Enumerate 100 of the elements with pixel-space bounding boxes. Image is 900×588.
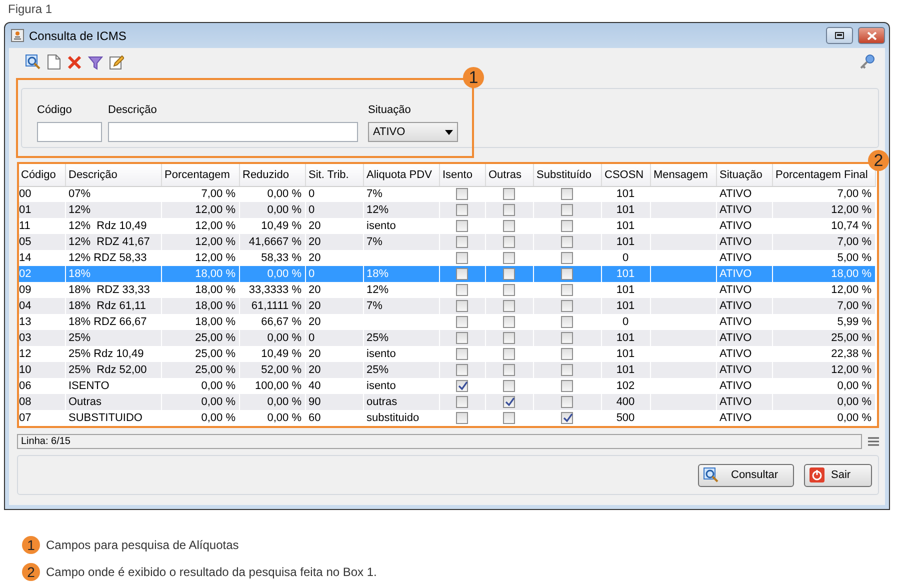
menu-icon[interactable] — [868, 437, 879, 446]
consult-button[interactable]: Consultar — [698, 464, 794, 486]
table-cell: 101 — [616, 348, 635, 360]
checkbox[interactable] — [503, 364, 515, 376]
new-document-icon[interactable] — [47, 54, 61, 70]
column-header[interactable]: Aliquota PDV — [363, 164, 439, 186]
checkbox[interactable] — [456, 412, 468, 424]
checkbox[interactable] — [456, 188, 468, 200]
checkbox[interactable] — [561, 236, 573, 248]
table-row[interactable]: 04 18% Rdz 61,11 18,00 % 61,1111 % 20 7% 101 ATIVO 7,00 % — [19, 298, 875, 314]
checkbox[interactable] — [503, 252, 515, 264]
legend-text: Campo onde é exibido o resultado da pesquisa feita no Box 1. — [46, 565, 377, 579]
checkbox[interactable] — [456, 252, 468, 264]
checkbox[interactable] — [503, 236, 515, 248]
checkbox[interactable] — [561, 412, 573, 424]
table-row[interactable]: 08 Outras 0,00 % 0,00 % 90 outras 400 ATIVO 0,00 % — [19, 394, 875, 410]
column-header[interactable]: Sit. Trib. — [305, 164, 363, 186]
column-header[interactable]: Outras — [485, 164, 533, 186]
checkbox[interactable] — [503, 380, 515, 392]
column-header[interactable]: Porcentagem Final — [772, 164, 875, 186]
legend-text: Campos para pesquisa de Alíquotas — [46, 538, 239, 552]
column-header[interactable]: Reduzido — [239, 164, 305, 186]
key-icon[interactable] — [859, 54, 875, 70]
checkbox[interactable] — [503, 204, 515, 216]
checkbox[interactable] — [561, 204, 573, 216]
table-row[interactable]: 00 07% 7,00 % 0,00 % 0 7% 101 ATIVO 7,00 % — [19, 186, 875, 202]
column-header[interactable]: Descrição — [65, 164, 161, 186]
exit-button[interactable]: Sair — [804, 464, 872, 486]
table-cell: 5,99 % — [837, 316, 872, 328]
checkbox[interactable] — [456, 316, 468, 328]
checkbox[interactable] — [456, 380, 468, 392]
checkbox[interactable] — [561, 348, 573, 360]
checkbox[interactable] — [561, 188, 573, 200]
checkbox[interactable] — [503, 188, 515, 200]
checkbox[interactable] — [561, 268, 573, 280]
input-field[interactable] — [108, 122, 358, 142]
checkbox[interactable] — [561, 316, 573, 328]
checkbox[interactable] — [503, 396, 515, 408]
column-header[interactable]: Situação — [716, 164, 772, 186]
checkbox[interactable] — [503, 284, 515, 296]
checkbox[interactable] — [561, 332, 573, 344]
search-icon[interactable] — [25, 54, 41, 70]
table-cell: 500 — [616, 412, 635, 424]
checkbox[interactable] — [561, 300, 573, 312]
checkbox[interactable] — [503, 348, 515, 360]
checkbox[interactable] — [503, 300, 515, 312]
table-cell: 08 — [19, 396, 32, 408]
checkbox[interactable] — [503, 316, 515, 328]
table-row[interactable]: 12 25% Rdz 10,49 25,00 % 10,49 % 20 isento 101 ATIVO 22,38 % — [19, 346, 875, 362]
column-header[interactable]: Porcentagem — [161, 164, 239, 186]
checkbox[interactable] — [456, 396, 468, 408]
input-field[interactable] — [37, 122, 102, 142]
table-cell: ATIVO — [720, 284, 752, 296]
checkbox[interactable] — [561, 380, 573, 392]
checkbox[interactable] — [561, 252, 573, 264]
table-cell: 20 — [308, 236, 321, 248]
table-cell: outras — [366, 396, 398, 408]
table-cell: 12,00 % — [831, 204, 872, 216]
restore-button[interactable] — [826, 27, 853, 44]
table-row[interactable]: 10 25% Rdz 52,00 25,00 % 52,00 % 20 25% 101 ATIVO 12,00 % — [19, 362, 875, 378]
checkbox[interactable] — [503, 268, 515, 280]
table-row[interactable]: 14 12% RDZ 58,33 12,00 % 58,33 % 20 0 ATIVO 5,00 % — [19, 250, 875, 266]
table-cell: 66,67 % — [261, 316, 302, 328]
column-header[interactable]: Isento — [439, 164, 485, 186]
column-header[interactable]: Substituído — [533, 164, 601, 186]
delete-icon[interactable] — [67, 54, 82, 70]
checkbox[interactable] — [503, 220, 515, 232]
checkbox[interactable] — [561, 396, 573, 408]
edit-icon[interactable] — [109, 54, 124, 70]
column-header[interactable]: CSOSN — [601, 164, 650, 186]
table-row[interactable]: 01 12% 12,00 % 0,00 % 0 12% 101 ATIVO 12,00 % — [19, 202, 875, 218]
column-header[interactable]: Mensagem — [650, 164, 716, 186]
checkbox[interactable] — [561, 364, 573, 376]
checkbox[interactable] — [503, 332, 515, 344]
close-button[interactable] — [858, 27, 885, 44]
table-row[interactable]: 03 25% 25,00 % 0,00 % 0 25% 101 ATIVO 25,00 % — [19, 330, 875, 346]
table-row[interactable]: 13 18% RDZ 66,67 18,00 % 66,67 % 20 0 ATIVO 5,99 % — [19, 314, 875, 330]
table-row[interactable]: 05 12% RDZ 41,67 12,00 % 41,6667 % 20 7% 101 ATIVO 7,00 % — [19, 234, 875, 250]
checkbox[interactable] — [456, 332, 468, 344]
column-header[interactable]: Código — [19, 164, 65, 186]
checkbox[interactable] — [456, 348, 468, 360]
checkbox[interactable] — [456, 220, 468, 232]
table-row[interactable]: 07 SUBSTITUIDO 0,00 % 0,00 % 60 substituido 500 ATIVO 0,00 % — [19, 410, 875, 426]
table-cell: substituido — [366, 412, 420, 424]
table-cell: 25% — [68, 332, 91, 344]
checkbox[interactable] — [561, 220, 573, 232]
checkbox[interactable] — [503, 412, 515, 424]
status-dropdown[interactable]: ATIVO — [368, 122, 458, 142]
checkbox[interactable] — [456, 268, 468, 280]
table-row[interactable]: 11 12% Rdz 10,49 12,00 % 10,49 % 20 isento 101 ATIVO 10,74 % — [19, 218, 875, 234]
checkbox[interactable] — [456, 236, 468, 248]
table-row[interactable]: 06 ISENTO 0,00 % 100,00 % 40 isento 102 ATIVO 0,00 % — [19, 378, 875, 394]
checkbox[interactable] — [456, 300, 468, 312]
checkbox[interactable] — [561, 284, 573, 296]
checkbox[interactable] — [456, 364, 468, 376]
checkbox[interactable] — [456, 284, 468, 296]
table-cell: 61,1111 % — [251, 300, 302, 312]
filter-icon[interactable] — [88, 54, 103, 70]
table-row[interactable]: 09 18% RDZ 33,33 18,00 % 33,3333 % 20 12% 101 ATIVO 12,00 % — [19, 282, 875, 298]
checkbox[interactable] — [456, 204, 468, 216]
